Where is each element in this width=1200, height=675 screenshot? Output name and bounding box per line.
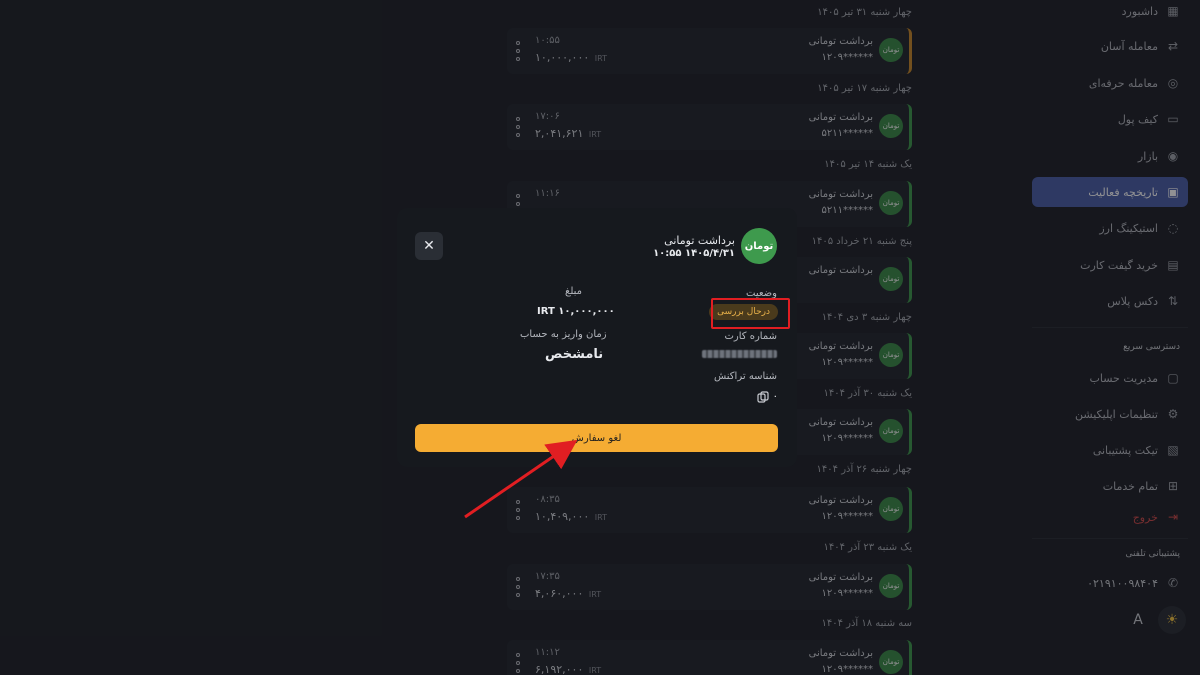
close-icon: ✕ (423, 238, 435, 254)
deposit-time-label: زمان واریز به حساب (520, 329, 607, 340)
copy-icon[interactable] (757, 391, 769, 403)
modal-title: برداشت تومانی (664, 234, 735, 247)
cancel-order-button[interactable]: لغو سفارش (415, 424, 778, 452)
modal-datetime: ۱۴۰۵/۴/۳۱ ۱۰:۵۵ (653, 248, 735, 259)
toman-avatar: تومان (741, 228, 777, 264)
annotation-highlight-box (711, 298, 790, 329)
card-number-blurred (702, 350, 777, 358)
tracking-id-value: ۰ (772, 391, 778, 402)
close-button[interactable]: ✕ (415, 232, 443, 260)
transaction-detail-modal: تومان برداشت تومانی ۱۴۰۵/۴/۳۱ ۱۰:۵۵ ✕ وض… (397, 208, 797, 467)
amount-value: IRT ۱۰,۰۰۰,۰۰۰ (537, 306, 615, 317)
deposit-time-value: نامشخص (545, 347, 604, 362)
tracking-id-label: شناسه تراکنش (714, 371, 777, 382)
amount-label: مبلغ (565, 286, 583, 297)
card-number-label: شماره کارت (724, 331, 777, 342)
